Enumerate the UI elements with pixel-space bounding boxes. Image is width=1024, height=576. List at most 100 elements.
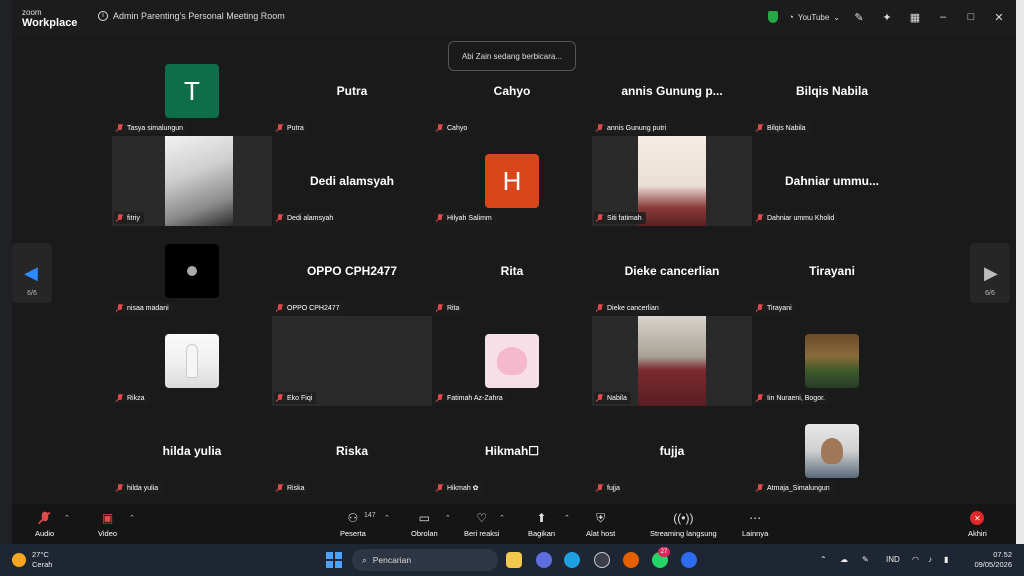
participant-tile[interactable]: fujja fujja — [592, 406, 752, 496]
participant-tile[interactable]: fitriy — [112, 136, 272, 226]
participants-options-chevron-icon[interactable]: ⌃ — [384, 514, 390, 522]
maximize-icon[interactable]: □ — [962, 8, 980, 26]
participant-tile[interactable]: Dedi alamsyah Dedi alamsyah — [272, 136, 432, 226]
participant-tile[interactable]: hilda yulia hilda yulia — [112, 406, 272, 496]
participant-label: annis Gunung putri — [594, 122, 671, 134]
muted-mic-icon — [116, 124, 124, 132]
participant-tile[interactable]: Fatimah Az-Zahra — [432, 316, 592, 406]
wifi-icon[interactable]: ◠ — [912, 555, 919, 564]
weather-widget[interactable]: 27°C Cerah — [12, 550, 52, 570]
participant-tile[interactable]: nisaa madani — [112, 226, 272, 316]
participant-name: Nabila — [607, 394, 627, 402]
file-explorer-icon[interactable] — [506, 552, 522, 568]
participant-name: hilda yulia — [127, 484, 159, 492]
participant-tile[interactable]: OPPO CPH2477 OPPO CPH2477 — [272, 226, 432, 316]
sparkle-icon[interactable]: ✦ — [878, 8, 896, 26]
participant-label: Tirayani — [754, 302, 796, 314]
muted-mic-icon — [756, 304, 764, 312]
participant-label: Bilqis Nabila — [754, 122, 810, 134]
meeting-info[interactable]: i Admin Parenting's Personal Meeting Roo… — [98, 11, 285, 21]
muted-mic-icon — [596, 214, 604, 222]
participant-tile[interactable]: Eko Fiqi — [272, 316, 432, 406]
muted-mic-icon — [276, 484, 284, 492]
settings-icon[interactable] — [594, 552, 610, 568]
participant-count: 147 — [364, 512, 376, 519]
onedrive-icon[interactable]: ☁ — [840, 555, 848, 564]
participant-label: Hilyah Salimm — [434, 212, 496, 224]
participant-tile[interactable]: Putra Putra — [272, 46, 432, 136]
muted-mic-icon — [436, 304, 444, 312]
react-button[interactable]: ♡ Beri reaksi — [464, 510, 499, 538]
more-button[interactable]: ⋯ Lainnya — [742, 510, 768, 538]
audio-options-chevron-icon[interactable]: ⌃ — [64, 514, 70, 522]
chevron-up-icon[interactable]: ⌃ — [820, 555, 827, 564]
end-meeting-button[interactable]: ✕ Akhiri — [968, 510, 987, 538]
participant-tile[interactable]: Nabila — [592, 316, 752, 406]
pen-icon[interactable]: ✎ — [862, 555, 869, 564]
participant-tile[interactable]: Atmaja_Simalungun — [752, 406, 912, 496]
audio-button[interactable]: Audio — [35, 510, 54, 538]
participant-tile[interactable]: H Hilyah Salimm — [432, 136, 592, 226]
participant-tile[interactable]: Rita Rita — [432, 226, 592, 316]
muted-mic-icon — [756, 484, 764, 492]
battery-icon[interactable]: ▮ — [944, 555, 948, 564]
youtube-stream-button[interactable]: ◔ YouTube ⌄ — [788, 12, 840, 22]
volume-icon[interactable]: ♪ — [928, 555, 932, 564]
participant-name: Riska — [287, 484, 305, 492]
participant-tile[interactable]: Bilqis Nabila Bilqis Nabila — [752, 46, 912, 136]
live-streaming-button[interactable]: ((•)) Streaming langsung — [650, 510, 717, 538]
participant-name: fitriy — [127, 214, 140, 222]
muted-mic-icon — [436, 394, 444, 402]
info-icon: i — [98, 11, 108, 21]
video-button[interactable]: ▣ Video — [98, 510, 117, 538]
participant-name: Atmaja_Simalungun — [767, 484, 830, 492]
participant-label: Dedi alamsyah — [274, 212, 338, 224]
windows-start-icon[interactable] — [326, 552, 342, 568]
participant-tile[interactable]: Tirayani Tirayani — [752, 226, 912, 316]
copilot-icon[interactable] — [536, 552, 552, 568]
participant-tile[interactable]: Iin Nuraeni, Bogor. — [752, 316, 912, 406]
view-grid-icon[interactable]: ▦ — [906, 8, 924, 26]
react-options-chevron-icon[interactable]: ⌃ — [499, 514, 505, 522]
participant-tile[interactable]: Siti fatimah — [592, 136, 752, 226]
participant-name: Rikza — [127, 394, 145, 402]
participant-tile[interactable]: T Tasya simalungun — [112, 46, 272, 136]
heart-icon: ♡ — [476, 511, 488, 525]
participant-tile[interactable]: Rikza — [112, 316, 272, 406]
language-indicator[interactable]: IND — [886, 555, 900, 564]
page-indicator-left: 6/6 — [27, 290, 37, 297]
firefox-icon[interactable] — [623, 552, 639, 568]
muted-mic-icon — [436, 124, 444, 132]
participant-name: Tasya simalungun — [127, 124, 184, 132]
shield-icon: ⛨ — [596, 510, 606, 525]
close-icon[interactable]: ✕ — [990, 8, 1008, 26]
more-label: Lainnya — [742, 529, 769, 538]
clock[interactable]: 07.52 09/05/2026 — [974, 550, 1012, 570]
participant-tile[interactable]: Dahniar ummu... Dahniar ummu Kholid — [752, 136, 912, 226]
chat-options-chevron-icon[interactable]: ⌃ — [445, 514, 451, 522]
pencil-icon[interactable]: ✎ — [850, 8, 868, 26]
participant-name: Iin Nuraeni, Bogor. — [767, 394, 825, 402]
encryption-shield-icon[interactable] — [768, 11, 779, 23]
participant-label: Eko Fiqi — [274, 392, 317, 404]
zoom-logo: zoom Workplace — [22, 9, 77, 29]
video-options-chevron-icon[interactable]: ⌃ — [129, 514, 135, 522]
edge-icon[interactable] — [564, 552, 580, 568]
host-tools-button[interactable]: ⛨ Alat host — [586, 510, 615, 539]
share-button[interactable]: ⬆ Bagikan — [528, 510, 555, 538]
chat-button[interactable]: ▭ Obrolan — [411, 510, 438, 538]
next-page-button[interactable]: ▶ 6/6 — [970, 243, 1010, 303]
minimize-icon[interactable]: – — [934, 8, 952, 26]
participant-tile[interactable]: Hikmah☐ Hikmah ✿ — [432, 406, 592, 496]
participant-tile[interactable]: Riska Riska — [272, 406, 432, 496]
participant-tile[interactable]: Dieke cancerlian Dieke cancerlian — [592, 226, 752, 316]
profile-picture — [485, 334, 539, 388]
previous-page-button[interactable]: ◀ 6/6 — [12, 243, 52, 303]
participant-tile[interactable]: Cahyo Cahyo — [432, 46, 592, 136]
zoom-icon[interactable] — [681, 552, 697, 568]
taskbar-search[interactable]: ⌕ Pencarian — [352, 549, 498, 571]
share-options-chevron-icon[interactable]: ⌃ — [564, 514, 570, 522]
muted-mic-icon — [276, 124, 284, 132]
participants-button[interactable]: ⚇ Peserta — [340, 510, 366, 538]
participant-tile[interactable]: annis Gunung p... annis Gunung putri — [592, 46, 752, 136]
